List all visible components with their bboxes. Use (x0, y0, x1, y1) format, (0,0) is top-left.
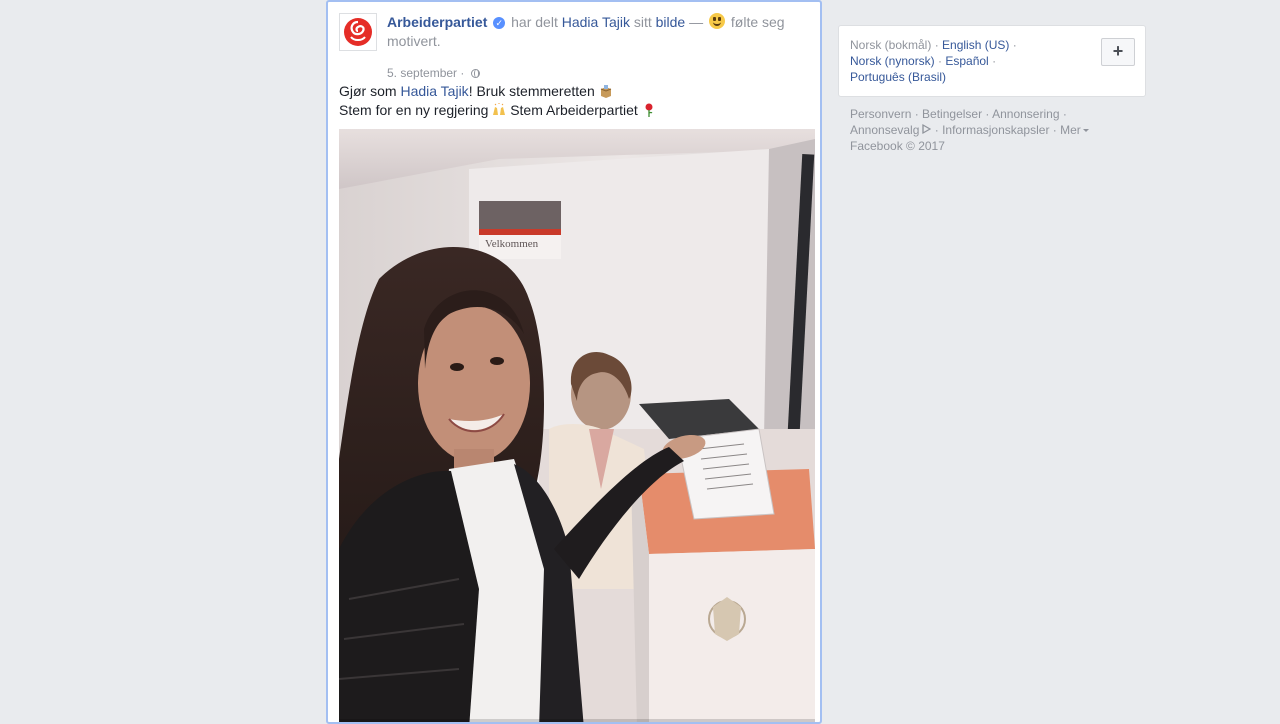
possessive-text: sitt (633, 14, 656, 30)
photo-link[interactable]: bilde (656, 14, 686, 30)
page-name-link[interactable]: Arbeiderpartiet (387, 14, 487, 30)
footer-link-cookies[interactable]: Informasjonskapsler (942, 123, 1049, 137)
post-message: Gjør som Hadia Tajik! Bruk stemmeretten … (339, 82, 809, 120)
post-card[interactable]: Arbeiderpartiet ✓ har delt Hadia Tajik s… (326, 0, 822, 724)
page-avatar[interactable] (339, 13, 377, 51)
post-meta: 5. september · (387, 66, 480, 81)
post-message-line-2: Stem for en ny regjering Stem Arbeiderpa… (339, 101, 809, 120)
footer-link-privacy[interactable]: Personvern (850, 107, 911, 121)
language-link-espanol[interactable]: Español (945, 54, 988, 68)
language-link-nynorsk[interactable]: Norsk (nynorsk) (850, 54, 935, 68)
message-text: Stem Arbeiderpartiet (510, 102, 642, 118)
current-language: Norsk (bokmål) (850, 38, 932, 52)
raised-hands-icon (493, 103, 506, 115)
message-text: Gjør som (339, 83, 401, 99)
language-selector-card: Norsk (bokmål) · English (US) · Norsk (n… (838, 25, 1146, 97)
footer-link-adchoices[interactable]: Annonsevalg (850, 123, 919, 137)
language-link-english[interactable]: English (US) (942, 38, 1009, 52)
copyright: Facebook © 2017 (850, 139, 945, 153)
rose-icon (645, 103, 653, 117)
page-footer: Personvern · Betingelser · Annonsering ·… (850, 106, 1140, 154)
footer-link-more[interactable]: Mer (1060, 123, 1081, 137)
verified-badge-icon: ✓ (493, 17, 506, 29)
booth-sign-text: Velkommen (485, 238, 539, 250)
post-photo[interactable]: Velkommen (339, 129, 815, 722)
post-header-text: Arbeiderpartiet ✓ har delt Hadia Tajik s… (387, 13, 807, 51)
dash-separator: — (689, 14, 708, 30)
mention-link[interactable]: Hadia Tajik (400, 83, 468, 99)
shared-text: har delt (511, 14, 562, 30)
language-link-portugues[interactable]: Português (Brasil) (850, 70, 946, 84)
adchoices-icon[interactable] (921, 124, 932, 134)
add-language-button[interactable]: + (1101, 38, 1135, 66)
language-list: Norsk (bokmål) · English (US) · Norsk (n… (850, 38, 1017, 84)
caret-down-icon[interactable] (1082, 129, 1089, 132)
smiling-face-icon (709, 13, 726, 29)
shared-person-link[interactable]: Hadia Tajik (562, 14, 630, 30)
message-text: ! Bruk stemmeretten (468, 83, 599, 99)
globe-icon[interactable] (470, 69, 480, 78)
footer-link-advertising[interactable]: Annonsering (992, 107, 1059, 121)
ballot-box-icon (600, 85, 611, 98)
post-date-link[interactable]: 5. september (387, 66, 457, 80)
message-text: Stem for en ny regjering (339, 102, 493, 118)
voting-photo: Velkommen (339, 129, 815, 722)
meta-separator: · (460, 66, 468, 80)
post-message-line-1: Gjør som Hadia Tajik! Bruk stemmeretten (339, 82, 809, 101)
rose-logo-icon (344, 18, 372, 46)
footer-link-terms[interactable]: Betingelser (922, 107, 982, 121)
